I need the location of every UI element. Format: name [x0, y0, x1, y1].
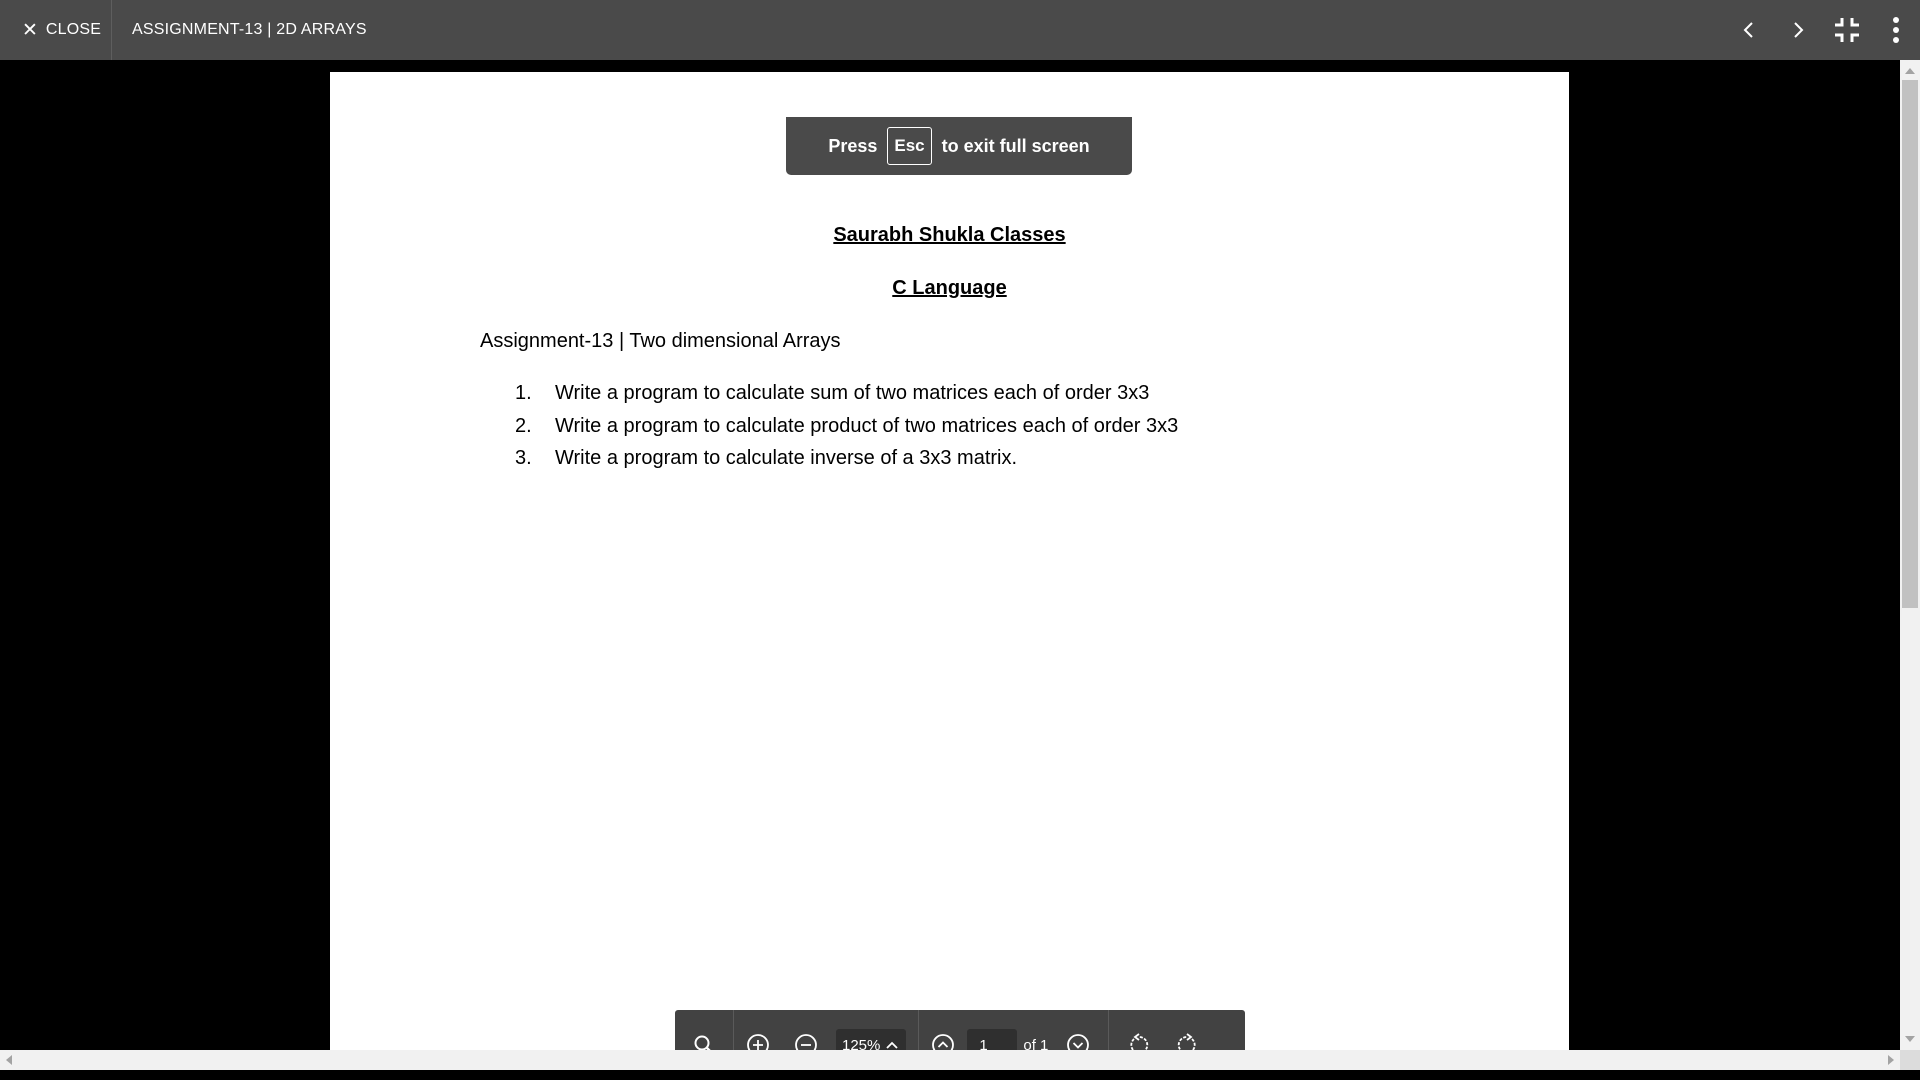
search-icon: [694, 1035, 711, 1050]
toast-suffix-text: to exit full screen: [941, 135, 1090, 156]
assignment-line: Assignment-13 | Two dimensional Arrays: [480, 330, 841, 352]
header-actions: [1724, 0, 1920, 60]
viewer-toolbar: 125% of 1: [675, 1010, 1245, 1050]
chevron-right-icon: [1793, 22, 1803, 38]
zoom-out-icon: [795, 1034, 817, 1050]
document-page: Saurabh Shukla Classes C Language Assign…: [330, 72, 1569, 1050]
scroll-right-arrow-icon[interactable]: [1888, 1055, 1894, 1065]
search-group: [675, 1010, 734, 1050]
document-title: ASSIGNMENT-13 | 2D ARRAYS: [132, 21, 367, 38]
zoom-in-button[interactable]: [734, 1010, 782, 1050]
previous-page-button[interactable]: [919, 1010, 967, 1050]
exit-fullscreen-icon: [1834, 18, 1859, 42]
more-vert-icon: [1892, 17, 1899, 43]
search-button[interactable]: [675, 1010, 733, 1050]
rotate-group: [1109, 1010, 1211, 1050]
more-options-button[interactable]: [1871, 0, 1920, 60]
task-number: 3.: [515, 447, 532, 469]
document-viewer[interactable]: Saurabh Shukla Classes C Language Assign…: [0, 60, 1900, 1050]
task-text: Write a program to calculate sum of two …: [555, 382, 1150, 404]
scrollbar-corner: [1900, 1050, 1920, 1070]
chevron-left-icon: [1743, 22, 1753, 38]
toast-press-text: Press: [828, 135, 878, 156]
zoom-group: 125%: [734, 1010, 920, 1051]
page-number-input[interactable]: [967, 1029, 1018, 1050]
task-text: Write a program to calculate inverse of …: [555, 447, 1018, 469]
next-document-button[interactable]: [1773, 0, 1822, 60]
task-number: 1.: [515, 382, 532, 404]
task-number: 2.: [515, 414, 532, 437]
page-down-icon: [1067, 1034, 1090, 1050]
zoom-out-button[interactable]: [782, 1010, 830, 1050]
page-up-icon: [932, 1034, 955, 1050]
zoom-level-dropdown[interactable]: 125%: [836, 1029, 907, 1051]
rotate-right-icon: [1178, 1033, 1196, 1050]
task-list: 1. Write a program to calculate sum of t…: [515, 382, 1178, 480]
close-button[interactable]: ✕ CLOSE: [0, 0, 112, 60]
bottom-strip: [0, 1070, 1920, 1080]
scroll-left-arrow-icon[interactable]: [6, 1055, 12, 1065]
previous-document-button[interactable]: [1724, 0, 1773, 60]
rotate-left-icon: [1130, 1033, 1149, 1050]
task-text: Write a program to calculate product of …: [555, 414, 1179, 437]
vertical-scrollbar[interactable]: [1900, 60, 1920, 1050]
horizontal-scrollbar[interactable]: [0, 1050, 1900, 1070]
next-page-button[interactable]: [1054, 1010, 1102, 1050]
document-heading-institute: Saurabh Shukla Classes: [833, 224, 1066, 246]
page-count: of 1: [1023, 1036, 1049, 1051]
rotate-left-button[interactable]: [1115, 1010, 1163, 1050]
list-item: 2. Write a program to calculate product …: [515, 415, 1178, 448]
chevron-up-icon: [886, 1041, 899, 1049]
exit-fullscreen-button[interactable]: [1822, 0, 1871, 60]
close-label: CLOSE: [45, 21, 102, 38]
top-bar: ✕ CLOSE ASSIGNMENT-13 | 2D ARRAYS: [0, 0, 1920, 60]
zoom-in-icon: [747, 1034, 769, 1050]
esc-key-badge: Esc: [887, 127, 932, 165]
vertical-scroll-thumb[interactable]: [1902, 80, 1918, 608]
list-item: 3. Write a program to calculate inverse …: [515, 447, 1178, 480]
zoom-level-value: 125%: [842, 1036, 881, 1051]
rotate-right-button[interactable]: [1163, 1010, 1211, 1050]
scroll-up-arrow-icon[interactable]: [1905, 68, 1915, 74]
fullscreen-toast: Press Esc to exit full screen: [786, 117, 1132, 175]
close-icon: ✕: [22, 18, 38, 41]
list-item: 1. Write a program to calculate sum of t…: [515, 382, 1178, 415]
page-group: of 1: [919, 1010, 1110, 1051]
scroll-down-arrow-icon[interactable]: [1905, 1036, 1915, 1042]
document-heading-subject: C Language: [892, 277, 1007, 299]
